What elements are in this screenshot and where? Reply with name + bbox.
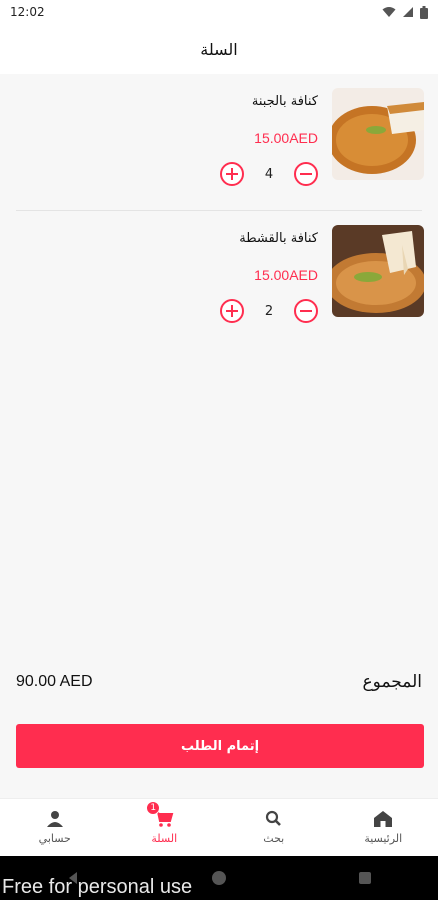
nav-item-search[interactable]: بحث (219, 799, 329, 856)
quantity-value: 2 (264, 303, 274, 319)
status-icons (382, 5, 428, 19)
bottom-nav: الرئيسية بحث 1 السلة حسابي (0, 798, 438, 856)
item-name: كنافة بالقشطة (239, 231, 318, 246)
item-name: كنافة بالجبنة (251, 94, 318, 109)
page-title: السلة (200, 39, 238, 59)
nav-item-home[interactable]: الرئيسية (329, 799, 438, 856)
battery-icon (420, 5, 428, 19)
home-circle-icon[interactable] (211, 870, 227, 886)
quantity-stepper: 4 (220, 162, 318, 186)
checkout-label: إتمام الطلب (180, 738, 260, 754)
total-row: 90.00 AED المجموع (16, 672, 422, 692)
quantity-value: 4 (264, 166, 274, 182)
app-header: السلة (0, 24, 438, 74)
nav-label-cart: السلة (151, 832, 178, 845)
item-price: 15.00AED (254, 130, 318, 146)
item-price: 15.00AED (254, 267, 318, 283)
kunafa-cheese-image (332, 88, 424, 180)
total-label: المجموع (362, 672, 422, 692)
cart-item: كنافة بالقشطة 15.00AED 2 (0, 211, 438, 348)
nav-label-search: بحث (263, 832, 285, 845)
decrease-quantity-button[interactable] (294, 162, 318, 186)
kunafa-cream-image (332, 225, 424, 317)
status-bar: 12:02 (0, 0, 438, 24)
recents-icon[interactable] (357, 870, 373, 886)
nav-label-account: حسابي (38, 832, 71, 845)
total-value: 90.00 AED (16, 673, 93, 690)
quantity-stepper: 2 (220, 299, 318, 323)
home-icon (374, 811, 393, 827)
search-icon (265, 810, 281, 826)
cart-item: كنافة بالجبنة 15.00AED 4 (0, 74, 438, 211)
nav-item-cart[interactable]: 1 السلة (110, 799, 220, 856)
watermark-text: Free for personal use (2, 876, 193, 898)
nav-label-home: الرئيسية (364, 832, 403, 845)
cart-list: كنافة بالجبنة 15.00AED 4 كنافة بالقشطة 1… (0, 74, 438, 348)
increase-quantity-button[interactable] (220, 299, 244, 323)
decrease-quantity-button[interactable] (294, 299, 318, 323)
cart-badge: 1 (146, 801, 161, 815)
app-screen: 12:02 السلة كنافة بالجبنة 15.00AED 4 كنا… (0, 0, 438, 900)
nav-item-account[interactable]: حسابي (0, 799, 110, 856)
increase-quantity-button[interactable] (220, 162, 244, 186)
checkout-button[interactable]: إتمام الطلب (16, 724, 424, 768)
user-icon (46, 811, 63, 827)
wifi-icon (382, 7, 396, 17)
status-time: 12:02 (10, 5, 45, 19)
signal-icon (403, 7, 413, 17)
